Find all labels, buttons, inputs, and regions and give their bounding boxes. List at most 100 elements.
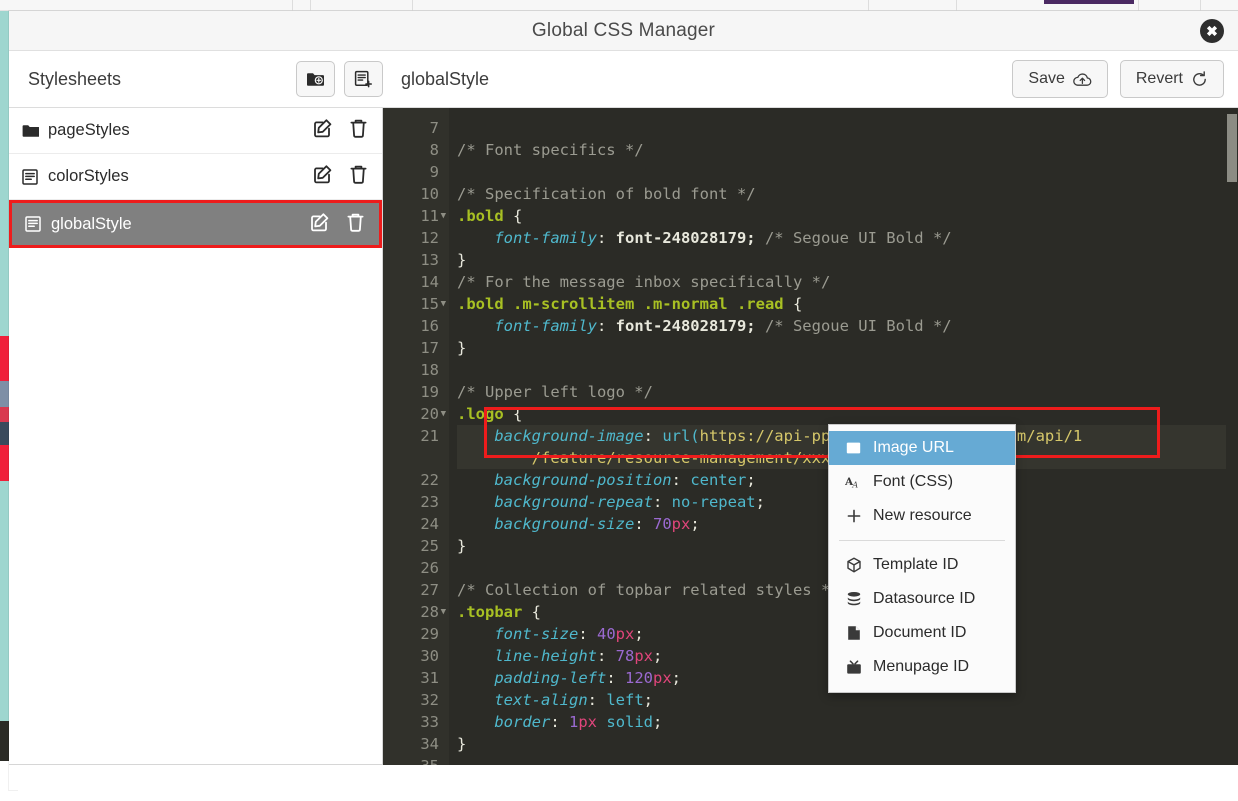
menu-item-label: New resource — [873, 507, 972, 525]
code-token-val: font-248028179; — [616, 229, 756, 247]
code-token-punc: : — [588, 691, 607, 709]
menu-item-label: Font (CSS) — [873, 473, 953, 491]
code-line[interactable] — [457, 755, 1238, 765]
document-icon — [22, 169, 48, 185]
code-line[interactable]: /* For the message inbox specifically */ — [457, 271, 1238, 293]
menu-item-font-css[interactable]: AAFont (CSS) — [829, 465, 1015, 499]
line-number: 28▼ — [383, 601, 439, 623]
fold-arrow-icon[interactable]: ▼ — [441, 205, 446, 227]
menu-item-datasource-id[interactable]: Datasource ID — [829, 582, 1015, 616]
line-number: 16 — [383, 315, 439, 337]
code-line[interactable]: font-family: font-248028179; /* Segoue U… — [457, 315, 1238, 337]
menu-item-menupage-id[interactable]: Menupage ID — [829, 650, 1015, 684]
edit-icon[interactable] — [313, 164, 333, 189]
menu-item-image-url[interactable]: Image URL — [829, 431, 1015, 465]
code-token-punc — [457, 647, 494, 665]
close-icon[interactable]: ✖ — [1200, 19, 1224, 43]
line-number — [383, 447, 439, 469]
code-token-com: /* Upper left logo */ — [457, 383, 653, 401]
code-token-unit: px — [634, 647, 653, 665]
code-token-punc: : — [597, 317, 616, 335]
code-token-num: 70 — [653, 515, 672, 533]
fold-arrow-icon[interactable]: ▼ — [441, 601, 446, 623]
code-line[interactable]: .bold { — [457, 205, 1238, 227]
line-number: 29 — [383, 623, 439, 645]
trash-icon[interactable] — [349, 118, 368, 143]
save-button[interactable]: Save — [1012, 60, 1107, 98]
underlying-divider — [292, 0, 293, 11]
line-number: 9 — [383, 161, 439, 183]
underlying-color-chip — [0, 11, 9, 336]
resource-context-menu[interactable]: Image URLAAFont (CSS) New resource Templat… — [828, 424, 1016, 693]
code-token-punc — [457, 691, 494, 709]
code-line[interactable]: } — [457, 249, 1238, 271]
code-line[interactable]: } — [457, 733, 1238, 755]
css-code-editor[interactable]: 7891011▼12131415▼1617181920▼212223242526… — [383, 108, 1238, 765]
code-token-kw: solid — [606, 713, 653, 731]
code-token-prop: font-family — [494, 317, 597, 335]
code-token-punc: ; — [634, 625, 643, 643]
new-folder-button[interactable] — [296, 61, 335, 97]
line-number: 10 — [383, 183, 439, 205]
edit-icon[interactable] — [310, 212, 330, 237]
code-line[interactable] — [457, 117, 1238, 139]
sidebar-item-globalstyle[interactable]: globalStyle — [9, 200, 382, 248]
code-line[interactable]: } — [457, 337, 1238, 359]
underlying-active-tab-marker — [1044, 0, 1134, 4]
refresh-icon — [1191, 71, 1208, 88]
current-stylesheet-title: globalStyle — [401, 69, 1000, 90]
code-token-punc: } — [457, 339, 466, 357]
code-line[interactable]: /* Specification of bold font */ — [457, 183, 1238, 205]
code-token-prop: line-height — [494, 647, 597, 665]
dialog-body: pageStylescolorStylesglobalStyle 7891011… — [9, 108, 1238, 790]
fold-arrow-icon[interactable]: ▼ — [441, 293, 446, 315]
code-token-sel: .logo — [457, 405, 504, 423]
sidebar-item-pagestyles[interactable]: pageStyles — [9, 108, 382, 154]
code-token-punc: ; — [746, 471, 755, 489]
code-token-punc — [457, 515, 494, 533]
new-stylesheet-button[interactable] — [344, 61, 383, 97]
edit-icon[interactable] — [313, 118, 333, 143]
underlying-color-chip — [0, 422, 9, 445]
underlying-divider — [956, 0, 957, 11]
code-token-punc: ; — [653, 647, 662, 665]
line-number: 17 — [383, 337, 439, 359]
line-number: 22 — [383, 469, 439, 491]
code-line[interactable] — [457, 359, 1238, 381]
code-token-com: /* For the message inbox specifically */ — [457, 273, 830, 291]
menu-item-new-resource[interactable]: New resource — [829, 499, 1015, 533]
fold-arrow-icon[interactable]: ▼ — [441, 403, 446, 425]
code-line[interactable]: font-family: font-248028179; /* Segoue U… — [457, 227, 1238, 249]
code-line[interactable]: .bold .m-scrollitem .m-normal .read { — [457, 293, 1238, 315]
editor-scrollbar[interactable] — [1226, 108, 1238, 765]
code-token-num: 1 — [569, 713, 578, 731]
code-token-punc — [597, 713, 606, 731]
code-line[interactable]: /* Font specifics */ — [457, 139, 1238, 161]
menu-item-template-id[interactable]: Template ID — [829, 548, 1015, 582]
editor-scrollbar-thumb[interactable] — [1227, 114, 1237, 182]
trash-icon[interactable] — [346, 212, 365, 237]
code-token-com: /* Specification of bold font */ — [457, 185, 756, 203]
editor-line-numbers: 7891011▼12131415▼1617181920▼212223242526… — [383, 108, 449, 765]
revert-button[interactable]: Revert — [1120, 60, 1224, 98]
code-token-punc: ; — [644, 691, 653, 709]
code-token-punc — [457, 449, 532, 467]
menu-item-label: Menupage ID — [873, 658, 969, 676]
underlying-divider — [1200, 0, 1201, 11]
code-token-punc — [457, 713, 494, 731]
sidebar-item-colorstyles[interactable]: colorStyles — [9, 154, 382, 200]
line-number: 33 — [383, 711, 439, 733]
code-line[interactable]: /* Upper left logo */ — [457, 381, 1238, 403]
trash-icon[interactable] — [349, 164, 368, 189]
code-token-punc: : — [672, 471, 691, 489]
code-token-punc: ; — [756, 493, 765, 511]
code-token-unit: px — [672, 515, 691, 533]
code-line[interactable] — [457, 161, 1238, 183]
menu-item-document-id[interactable]: Document ID — [829, 616, 1015, 650]
code-line[interactable]: .logo { — [457, 403, 1238, 425]
code-line[interactable]: border: 1px solid; — [457, 711, 1238, 733]
code-token-num: 78 — [616, 647, 635, 665]
folder-icon — [22, 124, 48, 138]
underlying-divider — [1138, 0, 1139, 11]
global-css-manager-dialog: Global CSS Manager ✖ Stylesheets — [9, 11, 1238, 790]
